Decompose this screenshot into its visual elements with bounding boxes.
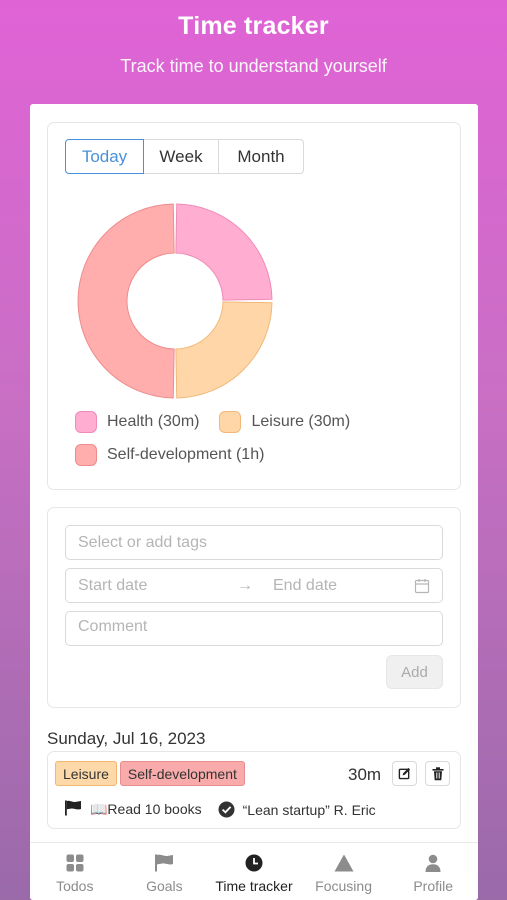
start-date-input[interactable] — [78, 574, 219, 597]
tags-select[interactable] — [65, 525, 443, 560]
tab-week[interactable]: Week — [143, 139, 219, 174]
flag-icon — [64, 800, 82, 819]
tab-month[interactable]: Month — [218, 139, 304, 174]
triangle-icon — [334, 854, 354, 872]
donut-chart — [77, 203, 273, 399]
entry-meta: 📖Read 10 books “Lean startup” R. Eric — [64, 800, 376, 819]
nav-label-profile: Profile — [413, 878, 454, 894]
comment-input[interactable] — [78, 617, 442, 640]
chart-card: Today Week Month Health (30m) Leisure (3… — [47, 122, 461, 490]
chart-legend: Health (30m) Leisure (30m) Self-developm… — [75, 405, 455, 471]
legend-item-health[interactable]: Health (30m) — [75, 410, 200, 433]
entry-form: → Add — [47, 507, 461, 708]
comment-field[interactable] — [65, 611, 443, 646]
page-subtitle: Track time to understand yourself — [120, 56, 387, 76]
nav-item-time-tracker[interactable]: Time tracker — [209, 843, 299, 900]
legend-item-self-development[interactable]: Self-development (1h) — [75, 443, 265, 466]
nav-label-goals: Goals — [146, 878, 183, 894]
grid-icon — [66, 854, 84, 872]
entry-comment: “Lean startup” R. Eric — [242, 801, 376, 818]
donut-slice-leisure[interactable] — [175, 301, 273, 399]
legend-label-leisure: Leisure (30m) — [251, 412, 351, 430]
legend-label-health: Health (30m) — [107, 412, 200, 430]
check-circle-icon — [218, 801, 235, 818]
period-tabs: Today Week Month — [65, 139, 304, 174]
header: Time tracker Track time to understand yo… — [0, 0, 507, 77]
nav-item-goals[interactable]: Goals — [120, 843, 210, 900]
legend-swatch-self-development — [75, 443, 97, 466]
clock-icon — [245, 854, 263, 872]
entry-tags: Leisure Self-development — [55, 761, 248, 786]
legend-label-self-development: Self-development (1h) — [107, 445, 265, 463]
donut-slice-health[interactable] — [175, 203, 273, 301]
calendar-icon — [414, 578, 430, 594]
tag-self-development: Self-development — [119, 761, 245, 786]
legend-item-leisure[interactable]: Leisure (30m) — [219, 410, 351, 433]
nav-item-profile[interactable]: Profile — [388, 843, 478, 900]
edit-button[interactable] — [392, 761, 417, 786]
entry-goal: 📖Read 10 books — [90, 801, 202, 817]
trash-icon — [432, 766, 443, 780]
time-entry: Leisure Self-development 30m 📖Read 10 bo… — [47, 751, 461, 829]
bottom-nav: Todos Goals Time tracker Focusing Profil… — [30, 842, 478, 900]
legend-swatch-leisure — [219, 410, 242, 433]
nav-label-focusing: Focusing — [315, 878, 372, 894]
delete-button[interactable] — [425, 761, 450, 786]
arrow-right-icon: → — [237, 576, 253, 594]
nav-label-time-tracker: Time tracker — [215, 878, 293, 894]
entries-date-heading: Sunday, Jul 16, 2023 — [47, 729, 206, 748]
entry-duration: 30m — [348, 765, 382, 784]
tab-today[interactable]: Today — [65, 139, 144, 174]
end-date-input[interactable] — [273, 574, 414, 597]
nav-label-todos: Todos — [56, 878, 94, 894]
user-icon — [425, 854, 441, 872]
legend-swatch-health — [75, 410, 97, 433]
date-range-picker[interactable]: → — [65, 568, 443, 603]
tags-input[interactable] — [78, 531, 442, 554]
donut-slice-self-development[interactable] — [77, 203, 175, 399]
tag-leisure: Leisure — [55, 761, 117, 786]
nav-item-todos[interactable]: Todos — [30, 843, 120, 900]
flag-icon — [155, 854, 174, 872]
main-panel: Today Week Month Health (30m) Leisure (3… — [30, 104, 478, 900]
page-title: Time tracker — [178, 12, 329, 40]
add-button[interactable]: Add — [386, 655, 443, 689]
edit-icon — [398, 767, 411, 780]
nav-item-focusing[interactable]: Focusing — [299, 843, 389, 900]
